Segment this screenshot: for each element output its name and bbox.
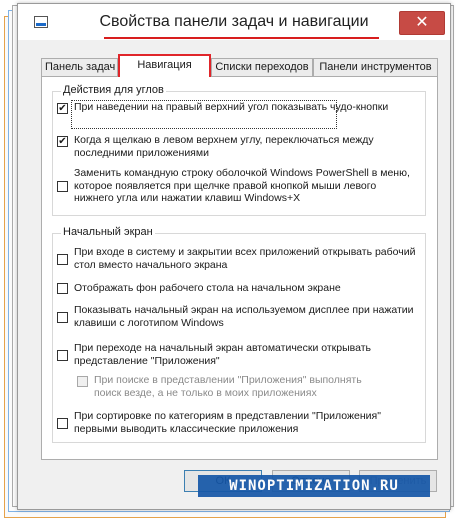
option-label: Показывать начальный экран на используем… <box>74 304 414 329</box>
option-label: Заменить командную строку оболочкой Wind… <box>74 167 410 204</box>
option-desktop-apps-first[interactable]: При сортировке по категориям в представл… <box>57 410 417 436</box>
group-title: Действия для углов <box>61 84 166 96</box>
option-desktop-background-start[interactable]: Отображать фон рабочего стола на начальн… <box>57 282 417 296</box>
dialog-title: Свойства панели задач и навигации <box>99 13 369 30</box>
checkbox-disabled <box>77 376 88 387</box>
checkbox[interactable] <box>57 418 68 429</box>
option-label: При сортировке по категориям в представл… <box>74 410 381 435</box>
option-label: При входе в систему и закрытии всех прил… <box>74 246 416 271</box>
close-button[interactable]: ✕ <box>399 11 445 35</box>
navigation-tab-panel: Действия для углов ✔ При наведении на пр… <box>41 76 438 460</box>
tab-jump-lists[interactable]: Списки переходов <box>211 58 313 76</box>
corner-actions-group: Действия для углов ✔ При наведении на пр… <box>52 84 426 216</box>
tab-toolbars[interactable]: Панели инструментов <box>313 58 438 76</box>
option-label: При переходе на начальный экран автомати… <box>74 342 372 367</box>
option-show-charms[interactable]: ✔ При наведении на правый верхний угол п… <box>57 100 417 129</box>
option-start-on-current-display[interactable]: Показывать начальный экран на используем… <box>57 304 417 330</box>
group-title: Начальный экран <box>61 226 155 238</box>
site-watermark: WINOPTIMIZATION.RU <box>198 475 430 497</box>
title-bar: Свойства панели задач и навигации ✕ <box>18 4 450 40</box>
option-switch-recent-apps[interactable]: ✔ Когда я щелкаю в левом верхнем углу, п… <box>57 134 417 160</box>
checkbox[interactable] <box>57 350 68 361</box>
checkbox[interactable] <box>57 312 68 323</box>
option-open-apps-view[interactable]: При переходе на начальный экран автомати… <box>57 342 417 368</box>
title-highlight-underline <box>104 37 379 39</box>
tab-strip: Панель задач Навигация Списки переходов … <box>41 54 439 77</box>
option-label: Когда я щелкаю в левом верхнем углу, пер… <box>74 134 374 159</box>
checkbox[interactable] <box>57 283 68 294</box>
option-boot-to-desktop[interactable]: При входе в систему и закрытии всех прил… <box>57 246 417 272</box>
checkbox[interactable] <box>57 254 68 265</box>
option-label: Отображать фон рабочего стола на начальн… <box>74 282 341 294</box>
close-icon: ✕ <box>415 12 429 31</box>
properties-dialog: Свойства панели задач и навигации ✕ Пане… <box>17 3 451 510</box>
option-label: При поиске в представлении "Приложения" … <box>94 374 362 399</box>
option-label: При наведении на правый верхний угол пок… <box>74 101 389 113</box>
start-screen-group: Начальный экран При входе в систему и за… <box>52 226 426 443</box>
checkbox[interactable]: ✔ <box>57 136 68 147</box>
checkbox[interactable] <box>57 181 68 192</box>
option-search-everywhere: При поиске в представлении "Приложения" … <box>77 374 377 400</box>
checkbox[interactable]: ✔ <box>57 103 68 114</box>
tab-navigation[interactable]: Навигация <box>118 54 211 77</box>
tab-taskbar[interactable]: Панель задач <box>41 58 118 76</box>
option-replace-cmd-powershell[interactable]: Заменить командную строку оболочкой Wind… <box>57 167 417 207</box>
